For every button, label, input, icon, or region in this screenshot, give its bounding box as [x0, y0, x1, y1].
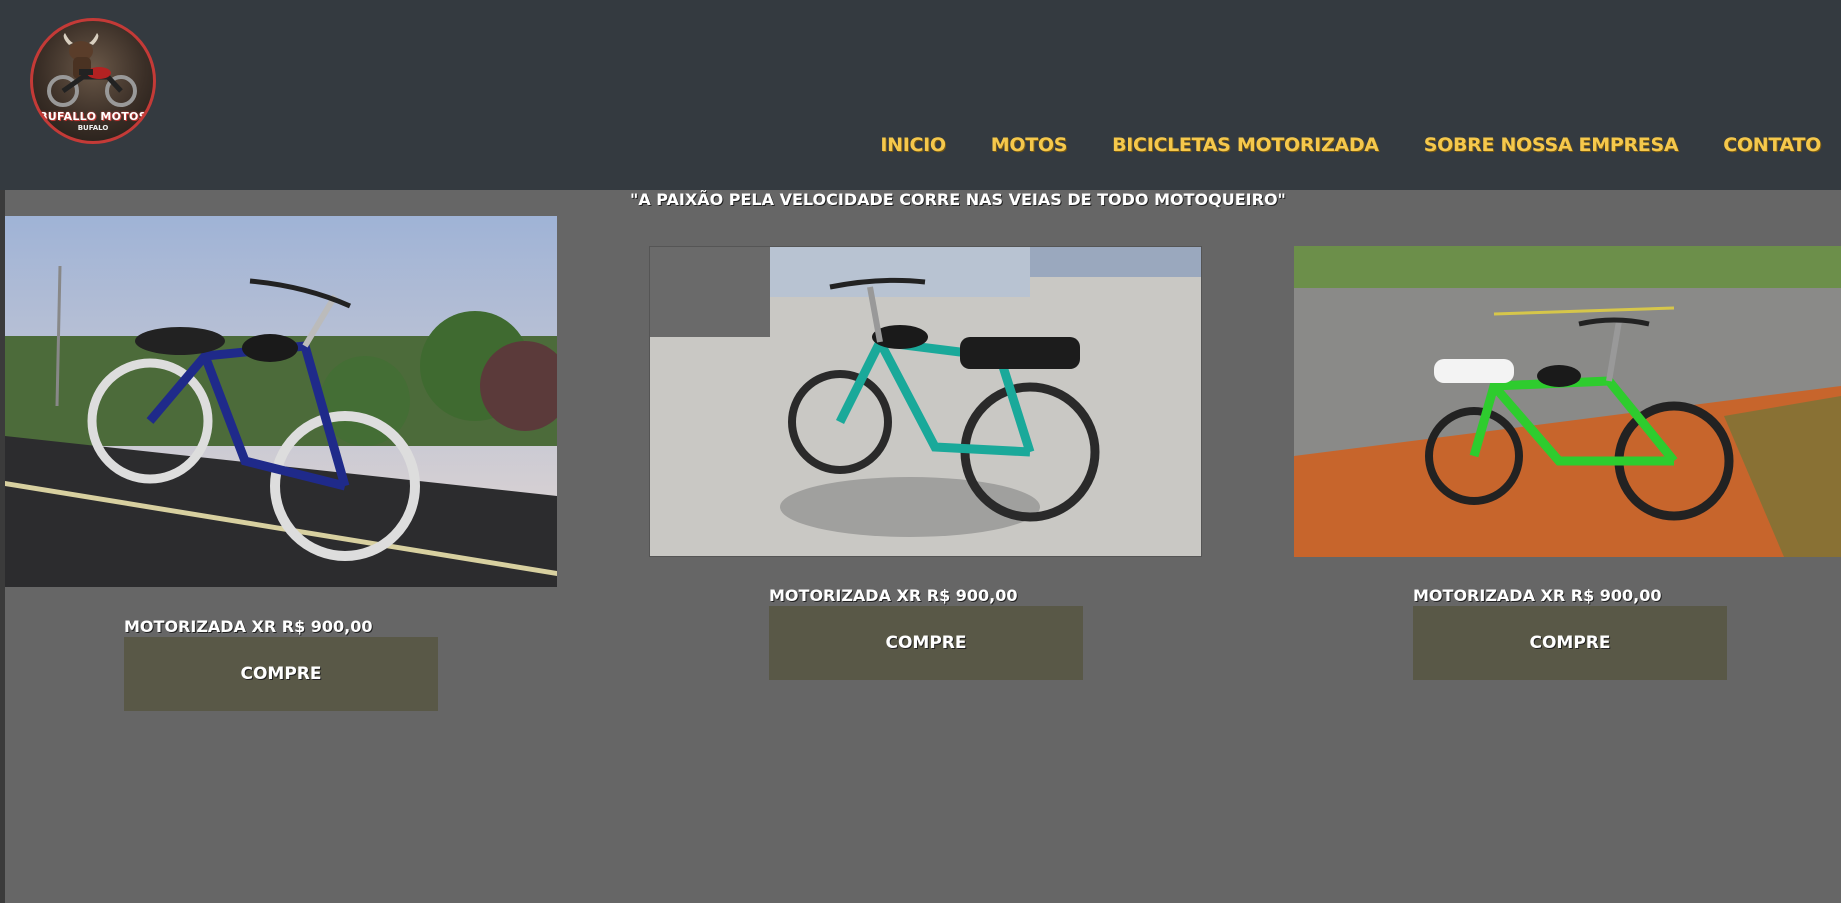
product-caption-3: MOTORIZADA XR R$ 900,00: [1413, 586, 1662, 605]
nav-item-sobre-nossa-empresa[interactable]: SOBRE NOSSA EMPRESA: [1424, 134, 1679, 156]
buy-button-2[interactable]: COMPRE: [769, 606, 1083, 680]
product-caption-2: MOTORIZADA XR R$ 900,00: [769, 586, 1018, 605]
brand-logo[interactable]: BUFALLO MOTOS BUFALO: [30, 18, 156, 144]
product-image-2[interactable]: [649, 246, 1202, 557]
buy-button-3[interactable]: COMPRE: [1413, 606, 1727, 680]
hero-slogan: "A PAIXÃO PELA VELOCIDADE CORRE NAS VEIA…: [630, 190, 1286, 209]
nav-item-bicicletas-motorizada[interactable]: BICICLETAS MOTORIZADA: [1112, 134, 1379, 156]
product-image-1[interactable]: [5, 216, 557, 587]
site-header: BUFALLO MOTOS BUFALO INICIO MOTOS BICICL…: [0, 0, 1841, 190]
logo-subtitle: BUFALO: [77, 124, 109, 132]
main-nav: INICIO MOTOS BICICLETAS MOTORIZADA SOBRE…: [880, 134, 1821, 156]
nav-item-inicio[interactable]: INICIO: [880, 134, 946, 156]
product-image-3[interactable]: [1294, 246, 1841, 557]
logo-title: BUFALLO MOTOS: [39, 110, 147, 123]
bull-motorcycle-icon: [47, 33, 137, 107]
product-section: "A PAIXÃO PELA VELOCIDADE CORRE NAS VEIA…: [5, 190, 1841, 903]
nav-item-contato[interactable]: CONTATO: [1723, 134, 1821, 156]
buy-button-1[interactable]: COMPRE: [124, 637, 438, 711]
nav-item-motos[interactable]: MOTOS: [991, 134, 1068, 156]
product-caption-1: MOTORIZADA XR R$ 900,00: [124, 617, 373, 636]
